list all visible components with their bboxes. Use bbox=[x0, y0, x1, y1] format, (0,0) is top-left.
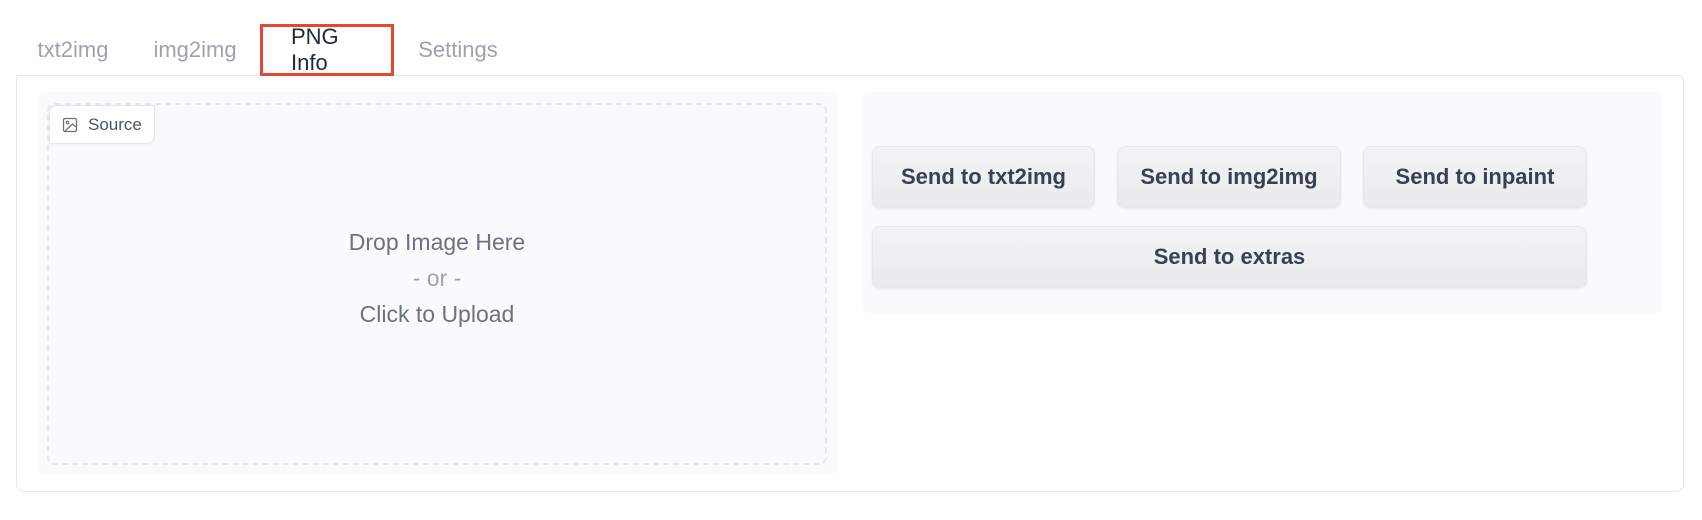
tab-txt2img[interactable]: txt2img bbox=[16, 24, 130, 76]
send-to-img2img-button[interactable]: Send to img2img bbox=[1117, 146, 1341, 208]
tab-png-info[interactable]: PNG Info bbox=[260, 24, 394, 76]
send-to-inpaint-button[interactable]: Send to inpaint bbox=[1363, 146, 1587, 208]
png-info-panel: Source Drop Image Here - or - Click to U… bbox=[16, 75, 1684, 492]
or-separator: - or - bbox=[412, 265, 462, 291]
send-to-extras-button[interactable]: Send to extras bbox=[872, 226, 1587, 288]
tab-img2img[interactable]: img2img bbox=[130, 24, 260, 76]
source-label: Source bbox=[49, 105, 155, 144]
upload-prompt[interactable]: Drop Image Here - or - Click to Upload bbox=[49, 224, 825, 332]
source-label-text: Source bbox=[88, 114, 142, 134]
image-dropzone[interactable]: Source Drop Image Here - or - Click to U… bbox=[47, 103, 827, 465]
send-to-txt2img-button[interactable]: Send to txt2img bbox=[872, 146, 1095, 208]
image-icon bbox=[62, 117, 78, 133]
click-to-upload-text: Click to Upload bbox=[359, 301, 515, 327]
send-actions-block: Send to txt2img Send to img2img Send to … bbox=[862, 92, 1662, 314]
source-image-block: Source Drop Image Here - or - Click to U… bbox=[37, 92, 837, 475]
tab-settings[interactable]: Settings bbox=[394, 24, 522, 76]
drop-image-text: Drop Image Here bbox=[348, 229, 526, 255]
tab-bar: txt2img img2img PNG Info Settings bbox=[16, 24, 522, 76]
